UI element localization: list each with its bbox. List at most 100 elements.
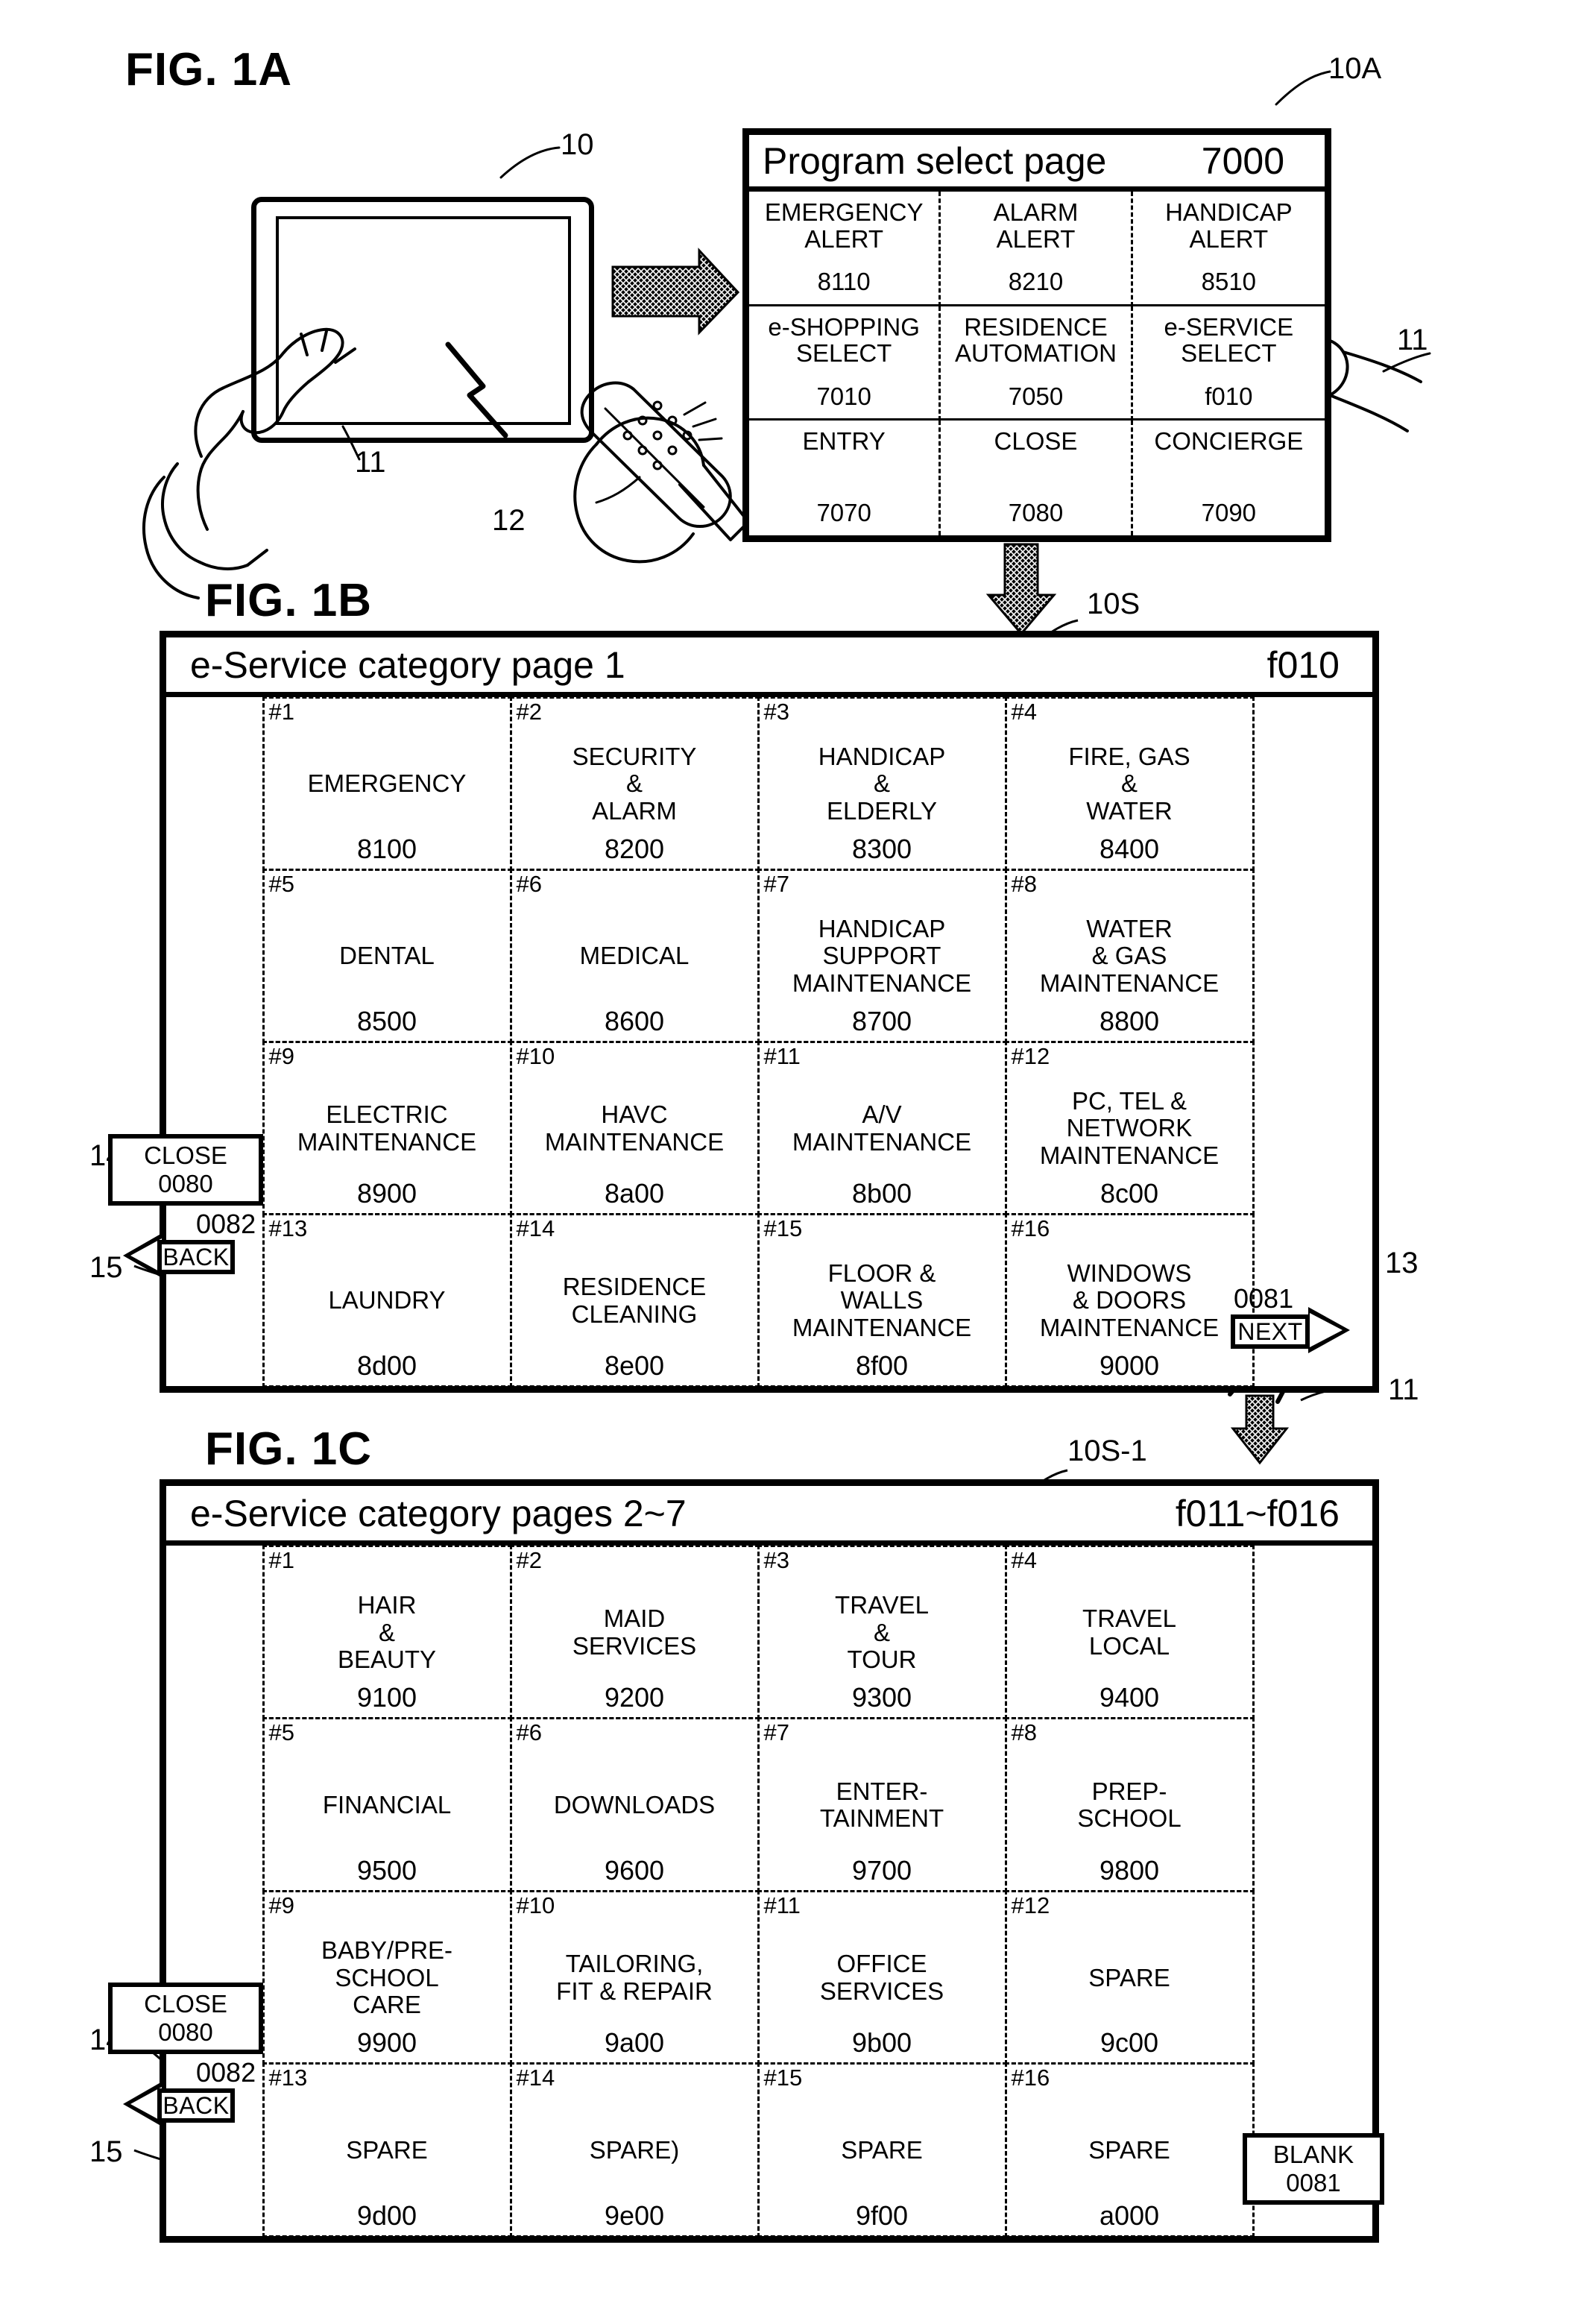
- category-cell[interactable]: #3 HANDICAP & ELDERLY 8300: [757, 696, 1007, 871]
- category-cell[interactable]: #4 TRAVEL LOCAL 9400: [1004, 1544, 1255, 1719]
- category-cell[interactable]: #5 DENTAL 8500: [262, 868, 512, 1043]
- program-select-cell[interactable]: ENTRY 7070: [749, 421, 941, 535]
- program-select-cell-label: EMERGENCY ALERT: [764, 198, 924, 253]
- category-cell-number: #1: [268, 698, 294, 725]
- category-cell[interactable]: #2 SECURITY & ALARM 8200: [509, 696, 760, 871]
- category-cell[interactable]: #1 HAIR & BEAUTY 9100: [262, 1544, 512, 1719]
- close-button-2-code: 0080: [158, 2018, 213, 2046]
- next-button-label-box: NEXT: [1231, 1314, 1310, 1349]
- program-select-cell-label: RESIDENCE AUTOMATION: [955, 312, 1117, 368]
- ref-11-fig1b: 11: [1388, 1373, 1419, 1406]
- back-button-2-label: BACK: [163, 2091, 230, 2119]
- category-cell[interactable]: #8 WATER & GAS MAINTENANCE 8800: [1004, 868, 1255, 1043]
- category-cell-name: FIRE, GAS & WATER: [1068, 743, 1190, 825]
- category-cell-number: #5: [268, 870, 294, 897]
- category-cell-code: 8a00: [604, 1177, 665, 1209]
- flow-arrow-right: [611, 248, 740, 336]
- category-cell-code: 8c00: [1100, 1177, 1159, 1209]
- ref-12: 12: [492, 504, 526, 537]
- category-cell-code: 8800: [1099, 1005, 1160, 1036]
- program-select-cell[interactable]: EMERGENCY ALERT 8110: [749, 192, 941, 306]
- category-page-1-page-code: f010: [1266, 643, 1340, 686]
- category-cell[interactable]: #9 ELECTRIC MAINTENANCE 8900: [262, 1040, 512, 1215]
- category-cell-code: 8d00: [356, 1350, 417, 1381]
- category-cell[interactable]: #16 WINDOWS & DOORS MAINTENANCE 9000: [1004, 1212, 1255, 1388]
- category-cell-code: 8200: [604, 833, 665, 864]
- category-cell[interactable]: #11 A/V MAINTENANCE 8b00: [757, 1040, 1007, 1215]
- category-cell-name: SPARE: [1088, 2136, 1170, 2164]
- category-cell-name: SECURITY & ALARM: [572, 743, 697, 825]
- category-cell-code: 9100: [356, 1682, 417, 1713]
- category-pages-2-7-left-gutter: CLOSE 0080 0082 BACK: [108, 1546, 263, 2236]
- back-button-2[interactable]: BACK: [123, 2081, 235, 2127]
- category-cell-name: WATER & GAS MAINTENANCE: [1039, 915, 1220, 997]
- program-select-title: Program select page: [763, 139, 1107, 182]
- category-cell[interactable]: #5 FINANCIAL 9500: [262, 1717, 512, 1892]
- category-cell-name: HANDICAP & ELDERLY: [818, 743, 946, 825]
- program-select-cell[interactable]: CONCIERGE 7090: [1133, 421, 1325, 535]
- ref-10A: 10A: [1328, 52, 1382, 85]
- program-select-cell[interactable]: e-SERVICE SELECT f010: [1132, 306, 1325, 421]
- close-button-2[interactable]: CLOSE 0080: [108, 1983, 263, 2054]
- category-cell[interactable]: #14 RESIDENCE CLEANING 8e00: [509, 1212, 760, 1388]
- program-select-page-code: 7000: [1201, 139, 1284, 182]
- category-cell[interactable]: #12 SPARE 9c00: [1004, 1889, 1255, 2065]
- program-select-cell-label: ALARM ALERT: [993, 198, 1079, 253]
- category-cell[interactable]: #15 SPARE 9f00: [757, 2062, 1007, 2238]
- category-cell[interactable]: #10 HAVC MAINTENANCE 8a00: [509, 1040, 760, 1215]
- category-cell-code: 9600: [604, 1854, 665, 1886]
- category-cell-number: #12: [1011, 1042, 1050, 1069]
- program-select-cell-code: 7070: [816, 499, 871, 527]
- category-cell-code: 8900: [356, 1177, 417, 1209]
- category-cell[interactable]: #14 SPARE) 9e00: [509, 2062, 760, 2238]
- category-cell[interactable]: #13 SPARE 9d00: [262, 2062, 512, 2238]
- category-page-1-right-gutter: 0081 NEXT: [1231, 697, 1372, 1386]
- category-cell[interactable]: #11 OFFICE SERVICES 9b00: [757, 1889, 1007, 2065]
- category-cell-name: HAVC MAINTENANCE: [544, 1100, 725, 1156]
- program-select-cell[interactable]: ALARM ALERT 8210: [941, 192, 1133, 306]
- category-cell-number: #7: [763, 1719, 789, 1745]
- blank-button-label: BLANK: [1272, 2141, 1354, 2169]
- category-cell[interactable]: #12 PC, TEL & NETWORK MAINTENANCE 8c00: [1004, 1040, 1255, 1215]
- category-cell[interactable]: #15 FLOOR & WALLS MAINTENANCE 8f00: [757, 1212, 1007, 1388]
- category-pages-2-7-screen: e-Service category pages 2~7 f011~f016 C…: [108, 1479, 1384, 2243]
- blank-button[interactable]: BLANK 0081: [1243, 2133, 1384, 2205]
- category-cell[interactable]: #13 LAUNDRY 8d00: [262, 1212, 512, 1388]
- program-select-grid: EMERGENCY ALERT 8110 ALARM ALERT 8210 HANDICAP…: [749, 192, 1325, 535]
- next-button[interactable]: NEXT: [1231, 1307, 1350, 1353]
- back-button[interactable]: BACK: [123, 1232, 235, 1279]
- category-cell-number: #13: [268, 2065, 308, 2091]
- category-cell[interactable]: #10 TAILORING, FIT & REPAIR 9a00: [509, 1889, 760, 2065]
- category-cell[interactable]: #16 SPARE a000: [1004, 2062, 1255, 2238]
- category-cell[interactable]: #2 MAID SERVICES 9200: [509, 1544, 760, 1719]
- category-cell-number: #1: [268, 1546, 294, 1573]
- category-cell[interactable]: #6 DOWNLOADS 9600: [509, 1717, 760, 1892]
- category-pages-2-7-title-bar: e-Service category pages 2~7 f011~f016: [166, 1486, 1372, 1546]
- program-select-screen: Program select page 7000 EMERGENCY ALERT 8…: [742, 128, 1331, 542]
- category-page-1-title: e-Service category page 1: [190, 643, 625, 686]
- program-select-cell[interactable]: CLOSE 7080: [941, 421, 1133, 535]
- ref-10S-1: 10S-1: [1067, 1435, 1147, 1467]
- ref-13-fig1b: 13: [1385, 1247, 1419, 1279]
- category-cell-number: #12: [1011, 1892, 1050, 1918]
- program-select-cell[interactable]: RESIDENCE AUTOMATION 7050: [941, 306, 1133, 421]
- category-cell[interactable]: #7 ENTER- TAINMENT 9700: [757, 1717, 1007, 1892]
- category-cell[interactable]: #3 TRAVEL & TOUR 9300: [757, 1544, 1007, 1719]
- category-cell[interactable]: #9 BABY/PRE- SCHOOL CARE 9900: [262, 1889, 512, 2065]
- category-cell[interactable]: #7 HANDICAP SUPPORT MAINTENANCE 8700: [757, 868, 1007, 1043]
- program-select-cell[interactable]: e-SHOPPING SELECT 7010: [749, 306, 941, 421]
- category-cell[interactable]: #8 PREP- SCHOOL 9800: [1004, 1717, 1255, 1892]
- ref-11-right: 11: [1397, 324, 1428, 356]
- program-select-cell-code: 7080: [1008, 499, 1064, 527]
- program-select-cell[interactable]: HANDICAP ALERT 8510: [1132, 192, 1325, 306]
- category-cell-code: 9500: [356, 1854, 417, 1886]
- category-cell-number: #3: [763, 1546, 789, 1573]
- close-button[interactable]: CLOSE 0080: [108, 1134, 263, 1206]
- category-cell[interactable]: #4 FIRE, GAS & WATER 8400: [1004, 696, 1255, 871]
- category-cell-code: 9400: [1099, 1682, 1160, 1713]
- program-select-cell-code: f010: [1205, 382, 1253, 410]
- category-cell-number: #8: [1011, 1719, 1037, 1745]
- category-cell[interactable]: #1 EMERGENCY 8100: [262, 696, 512, 871]
- category-cell[interactable]: #6 MEDICAL 8600: [509, 868, 760, 1043]
- category-page-1-title-bar: e-Service category page 1 f010: [166, 637, 1372, 697]
